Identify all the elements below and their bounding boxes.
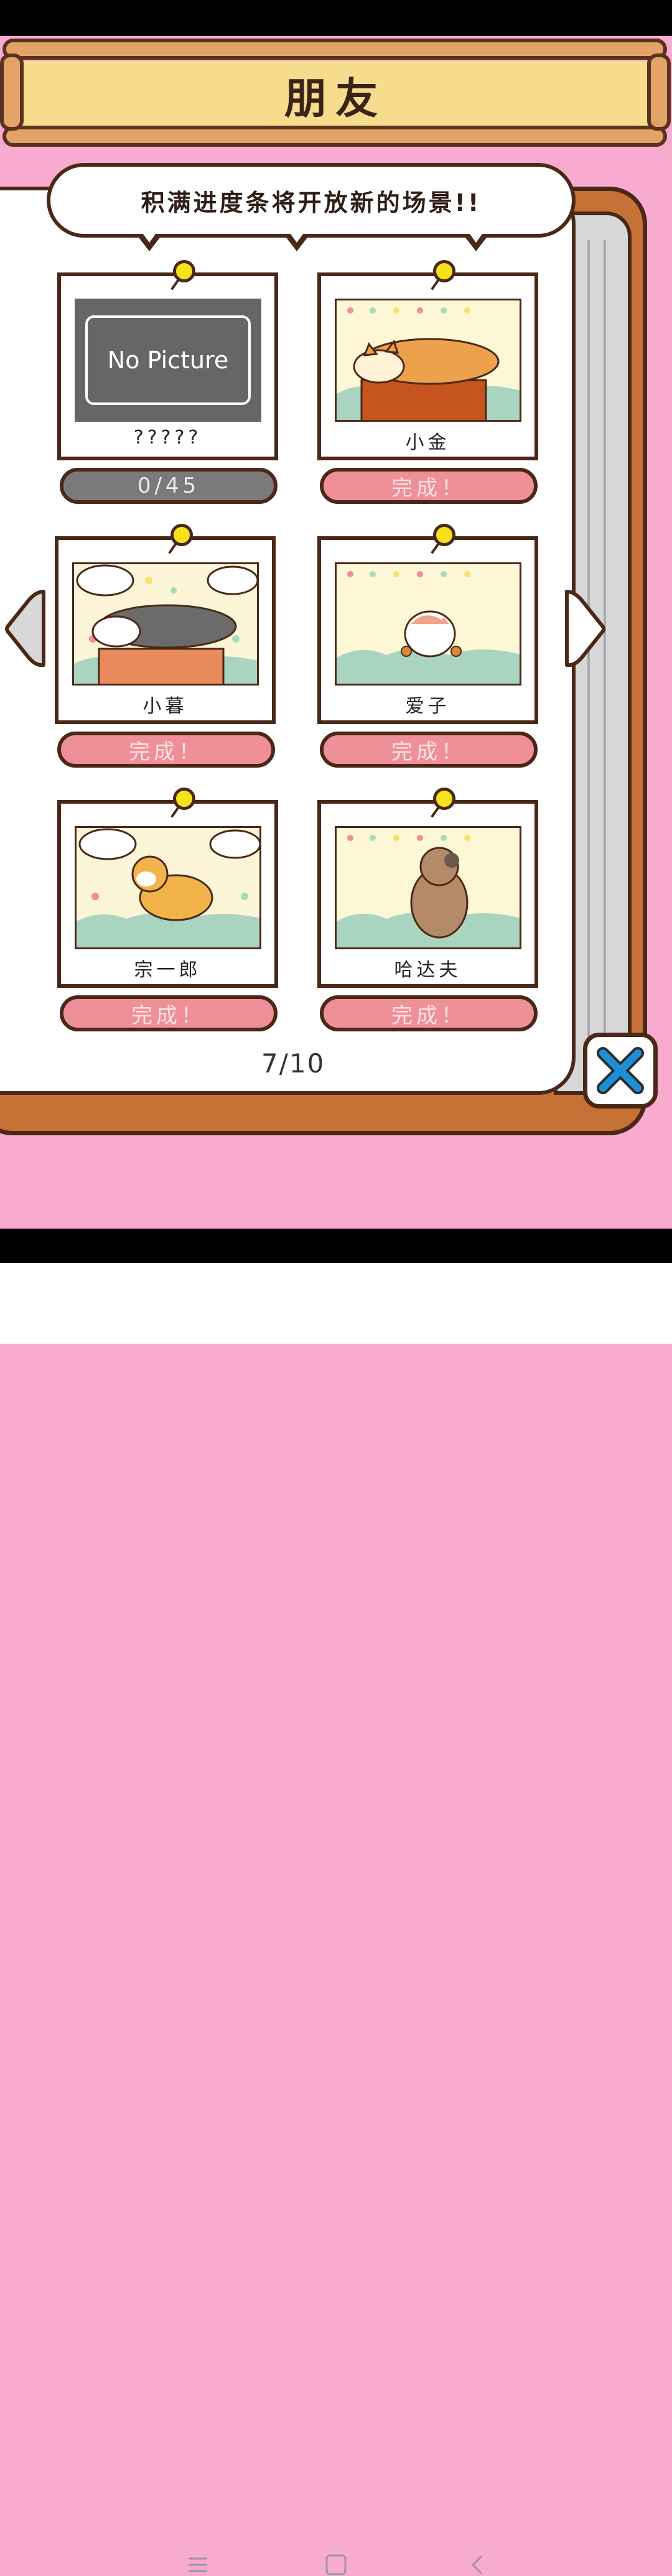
no-picture-label: No Picture bbox=[85, 315, 251, 405]
home-icon[interactable] bbox=[325, 2554, 347, 2576]
page-counter: 7/10 bbox=[261, 1048, 325, 1079]
friend-name: 哈达夫 bbox=[394, 959, 462, 981]
friend-card[interactable]: No Picture ????? bbox=[57, 260, 278, 460]
friend-status-pill: 完成！ bbox=[60, 995, 278, 1031]
friend-picture bbox=[335, 299, 521, 422]
cat-illustration-icon bbox=[337, 307, 520, 420]
friend-card[interactable]: 爱子 bbox=[317, 524, 538, 724]
friend-picture: No Picture bbox=[75, 299, 261, 422]
dog-illustration-icon bbox=[77, 828, 259, 947]
banner-cap-right bbox=[647, 53, 671, 131]
pin-icon bbox=[170, 524, 193, 546]
banner-paper: 朋友 bbox=[17, 61, 653, 128]
close-button[interactable] bbox=[583, 1033, 658, 1109]
friend-status-pill: 完成！ bbox=[320, 732, 538, 768]
friend-picture bbox=[75, 826, 261, 949]
friend-card[interactable]: 宗一郎 bbox=[57, 788, 278, 988]
right-arrow-icon[interactable] bbox=[563, 588, 607, 669]
page-title: 朋友 bbox=[284, 74, 386, 124]
friend-status-pill: 完成！ bbox=[320, 468, 538, 504]
friend-card[interactable]: 小暮 bbox=[55, 524, 276, 724]
friend-card[interactable]: 哈达夫 bbox=[317, 788, 538, 988]
bubble-tail bbox=[284, 231, 309, 251]
friend-progress-bar: 0/45 bbox=[60, 468, 278, 504]
status-bar bbox=[0, 0, 672, 36]
pin-icon bbox=[433, 524, 455, 546]
pin-icon bbox=[433, 788, 455, 810]
bubble-tail bbox=[464, 231, 488, 251]
pin-icon bbox=[173, 260, 195, 282]
friend-name: 宗一郎 bbox=[134, 959, 202, 981]
back-icon[interactable] bbox=[467, 2554, 489, 2576]
friend-card[interactable]: 小金 bbox=[317, 260, 538, 460]
cat-illustration-icon bbox=[337, 571, 520, 684]
system-bar-divider bbox=[0, 1229, 672, 1263]
banner-rod-top bbox=[2, 39, 667, 60]
friend-name: ????? bbox=[133, 427, 202, 449]
banner-cap-left bbox=[0, 53, 24, 131]
friend-name: 小暮 bbox=[142, 695, 188, 717]
friend-status-pill: 完成！ bbox=[320, 995, 538, 1031]
friend-name: 小金 bbox=[405, 432, 450, 453]
cat-illustration-icon bbox=[74, 564, 257, 684]
banner-rod-bottom bbox=[2, 126, 667, 147]
friend-picture bbox=[72, 562, 259, 686]
friend-name: 爱子 bbox=[405, 695, 450, 717]
title-banner: 朋友 bbox=[0, 39, 672, 154]
close-x-icon bbox=[597, 1047, 644, 1094]
left-arrow-icon[interactable] bbox=[4, 588, 47, 669]
pin-icon bbox=[433, 260, 455, 282]
bubble-tail bbox=[137, 231, 162, 251]
hint-text: 积满进度条将开放新的场景!! bbox=[141, 188, 482, 216]
friend-status-pill: 完成！ bbox=[57, 732, 275, 768]
cat-illustration-icon bbox=[337, 835, 520, 947]
hint-bubble: 积满进度条将开放新的场景!! bbox=[47, 163, 576, 238]
menu-icon[interactable] bbox=[187, 2554, 209, 2576]
friend-picture bbox=[335, 826, 521, 949]
friend-picture bbox=[335, 562, 521, 686]
navigation-bar bbox=[0, 1263, 672, 2575]
pin-icon bbox=[173, 788, 195, 810]
